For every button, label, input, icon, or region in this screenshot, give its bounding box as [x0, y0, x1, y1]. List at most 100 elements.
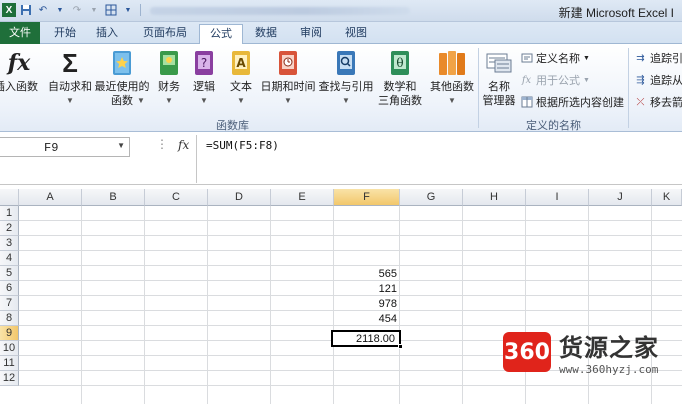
chevron-down-icon: ▼: [284, 96, 292, 105]
row-header-selected[interactable]: 9: [0, 326, 19, 341]
tab-home[interactable]: 开始: [50, 24, 80, 44]
window-title: 新建 Microsoft Excel I: [558, 6, 674, 20]
text-button[interactable]: A 文本 ▼: [226, 48, 256, 108]
autosum-button[interactable]: Σ 自动求和 ▼: [46, 48, 94, 108]
chevron-down-icon: ▼: [583, 76, 590, 84]
sigma-icon: Σ: [62, 48, 78, 78]
undo-dropdown-icon[interactable]: ▼: [53, 3, 67, 17]
use-in-formula-button[interactable]: fx 用于公式 ▼: [520, 72, 590, 88]
formula-divider: [196, 135, 197, 183]
svg-text:A: A: [236, 56, 246, 70]
chevron-down-icon: ▼: [448, 96, 456, 105]
chevron-down-icon: ▼: [165, 96, 173, 105]
column-header[interactable]: J: [589, 189, 652, 206]
define-name-button[interactable]: 定义名称 ▼: [520, 50, 590, 66]
column-header[interactable]: E: [271, 189, 334, 206]
watermark-url: www.360hyzj.com: [559, 363, 659, 376]
name-manager-button[interactable]: 名称 管理器: [480, 48, 518, 108]
math-trig-button[interactable]: θ 数学和 三角函数: [374, 48, 426, 108]
tab-formulas[interactable]: 公式: [199, 24, 243, 45]
cell-F8[interactable]: 454: [334, 313, 397, 325]
customize-toolbar-icon[interactable]: ▼: [121, 3, 135, 17]
gridline: [19, 250, 682, 251]
column-header[interactable]: G: [400, 189, 463, 206]
column-header[interactable]: D: [208, 189, 271, 206]
create-from-selection-button[interactable]: 根据所选内容创建: [520, 94, 624, 110]
gridline: [19, 385, 682, 386]
group-separator: [478, 48, 479, 128]
row-header[interactable]: 10: [0, 341, 19, 356]
column-header-selected[interactable]: F: [334, 189, 400, 206]
chevron-down-icon[interactable]: ▼: [117, 141, 125, 150]
row-header[interactable]: 6: [0, 281, 19, 296]
chevron-down-icon: ▼: [66, 96, 74, 105]
quick-access-toolbar: X ↶ ▼ ↷ ▼ ▼: [2, 3, 143, 17]
gridline: [19, 280, 682, 281]
financial-book-icon: [154, 48, 184, 78]
row-header[interactable]: 7: [0, 296, 19, 311]
row-header[interactable]: 8: [0, 311, 19, 326]
column-header[interactable]: I: [526, 189, 589, 206]
watermark-site-name: 货源之家: [559, 335, 659, 362]
fill-handle[interactable]: [398, 344, 403, 349]
name-box[interactable]: F9 ▼: [0, 137, 130, 157]
tab-view[interactable]: 视图: [341, 24, 371, 44]
cell-F5[interactable]: 565: [334, 268, 397, 280]
cell-F9: 2118.00: [356, 333, 395, 345]
title-bar: X ↶ ▼ ↷ ▼ ▼ 新建 Microsoft Excel I: [0, 0, 682, 22]
grid-selection-icon: [520, 96, 533, 109]
text-book-icon: A: [226, 48, 256, 78]
formula-input[interactable]: =SUM(F5:F8): [206, 139, 279, 152]
select-all-corner[interactable]: [0, 189, 19, 206]
group-label-function-library: 函数库: [216, 120, 249, 132]
row-header[interactable]: 5: [0, 266, 19, 281]
date-time-button[interactable]: 日期和时间 ▼: [260, 48, 316, 108]
row-header[interactable]: 2: [0, 221, 19, 236]
tab-file[interactable]: 文件: [0, 22, 40, 44]
insert-function-button[interactable]: fx 插入函数: [0, 48, 38, 94]
tab-insert[interactable]: 插入: [92, 24, 122, 44]
row-header[interactable]: 3: [0, 236, 19, 251]
lookup-reference-button[interactable]: 查找与引用 ▼: [318, 48, 374, 108]
row-header[interactable]: 11: [0, 356, 19, 371]
tab-review[interactable]: 审阅: [296, 24, 326, 44]
table-border-icon[interactable]: [104, 3, 118, 17]
function-fx-icon: fx: [7, 50, 31, 76]
watermark: 360 货源之家 www.360hyzj.com: [503, 328, 659, 376]
row-header[interactable]: 4: [0, 251, 19, 266]
trace-dependents-button[interactable]: ⇶ 追踪从: [634, 72, 682, 88]
tab-data[interactable]: 数据: [251, 24, 281, 44]
row-header[interactable]: 1: [0, 206, 19, 221]
redo-icon[interactable]: ↷: [70, 3, 84, 17]
chevron-down-icon: ▼: [137, 96, 145, 105]
excel-app-icon[interactable]: X: [2, 3, 16, 17]
more-functions-button[interactable]: 其他函数 ▼: [428, 48, 476, 108]
star-book-icon: [107, 48, 137, 78]
undo-icon[interactable]: ↶: [36, 3, 50, 17]
column-header[interactable]: A: [19, 189, 82, 206]
tab-page-layout[interactable]: 页面布局: [138, 24, 192, 44]
group-separator: [628, 48, 629, 128]
insert-function-fx-icon[interactable]: fx: [178, 138, 189, 152]
save-icon[interactable]: [19, 3, 33, 17]
active-cell-F9[interactable]: 2118.00: [331, 330, 403, 349]
row-header[interactable]: 12: [0, 371, 19, 386]
redo-dropdown-icon[interactable]: ▼: [87, 3, 101, 17]
column-header[interactable]: K: [652, 189, 682, 206]
recently-used-button[interactable]: 最近使用的 函数 ▼: [94, 48, 150, 108]
column-header[interactable]: B: [82, 189, 145, 206]
trace-arrow-icon: ⇉: [636, 52, 645, 64]
trace-precedents-button[interactable]: ⇉ 追踪引: [634, 50, 682, 66]
remove-arrows-button[interactable]: ⤫ 移去箭: [634, 94, 682, 110]
remove-arrows-icon: ⤫: [636, 96, 645, 108]
logical-button[interactable]: ? 逻辑 ▼: [189, 48, 219, 108]
trace-arrow-icon: ⇶: [636, 74, 645, 86]
cell-F7[interactable]: 978: [334, 298, 397, 310]
name-box-value: F9: [44, 141, 59, 155]
column-header[interactable]: H: [463, 189, 526, 206]
cell-F6[interactable]: 121: [334, 283, 397, 295]
gridline: [19, 235, 682, 236]
toolbar-separator: [140, 4, 141, 16]
column-header[interactable]: C: [145, 189, 208, 206]
financial-button[interactable]: 财务 ▼: [154, 48, 184, 108]
